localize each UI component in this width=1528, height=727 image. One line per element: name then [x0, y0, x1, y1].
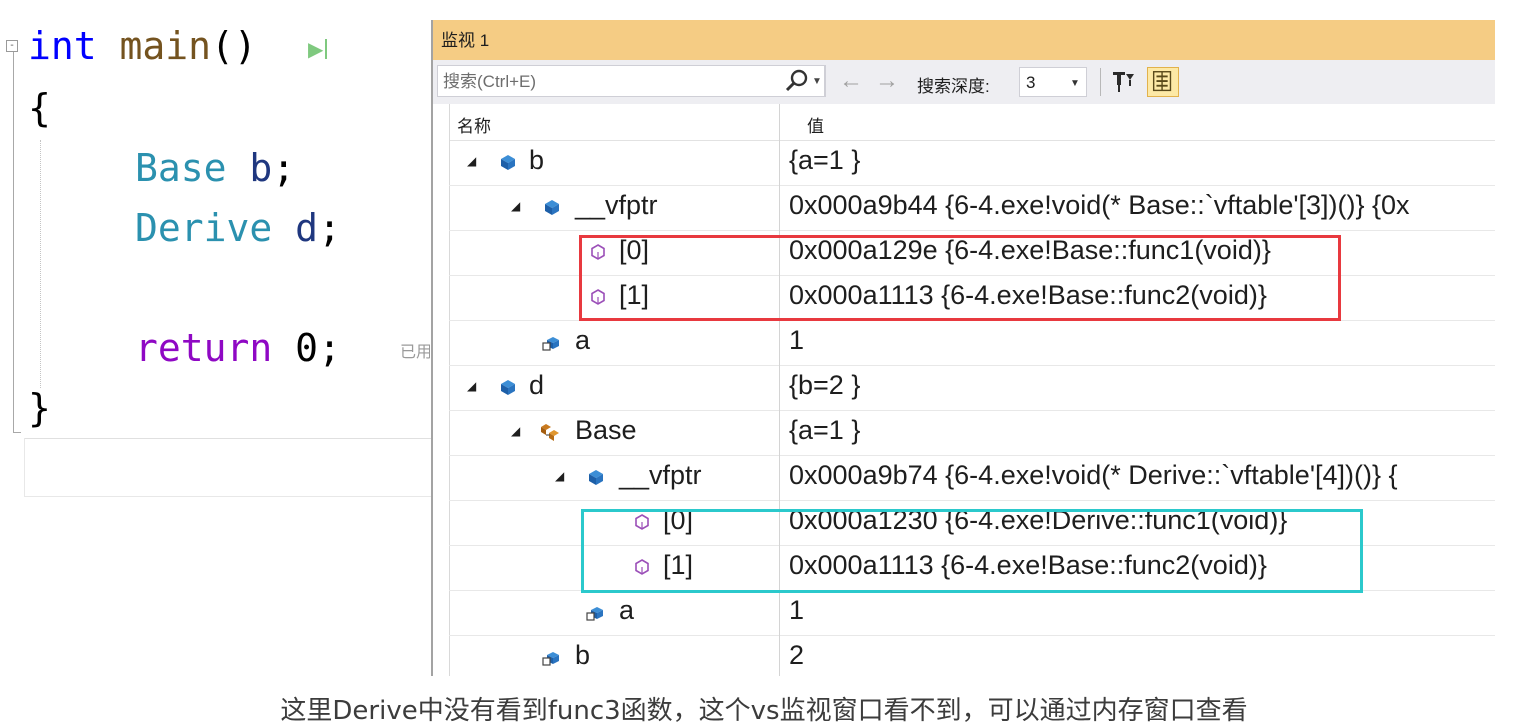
hexadecimal-display-button[interactable]	[1147, 67, 1179, 97]
watch-row[interactable]: ◢ d {b=2 }	[449, 366, 1495, 411]
search-depth-label: 搜索深度:	[917, 77, 990, 96]
base-vftable-highlight	[579, 235, 1341, 321]
watch-row[interactable]: a 1	[449, 591, 1495, 636]
search-options-dropdown-icon[interactable]: ▼	[812, 76, 822, 87]
search-depth-value: 3	[1026, 73, 1036, 92]
expander-icon[interactable]: ◢	[555, 469, 569, 483]
search-input[interactable]	[438, 66, 775, 98]
code-line-4[interactable]: Derive d;	[135, 200, 341, 256]
code-line-1[interactable]: int main()	[28, 18, 257, 74]
base-class-icon	[541, 424, 559, 441]
type-base: Base	[135, 146, 227, 190]
semicolon: ;	[272, 146, 296, 190]
watch-item-name: b	[529, 145, 545, 175]
watch-item-name: a	[575, 325, 591, 355]
code-line-6[interactable]: return 0;	[135, 320, 341, 376]
fold-guide-end	[13, 432, 21, 433]
field-icon	[586, 607, 603, 621]
watch-row[interactable]: ◢ __vfptr 0x000a9b74 {6-4.exe!void(* Der…	[449, 456, 1495, 501]
keyword-return: return	[135, 326, 273, 370]
watch-item-name: a	[619, 595, 635, 625]
watch-item-name: __vfptr	[575, 190, 658, 220]
semicolon: ;	[318, 326, 341, 370]
expander-icon[interactable]: ◢	[467, 154, 481, 168]
play-arrow-icon: ▶	[308, 37, 324, 61]
semicolon: ;	[318, 206, 341, 250]
column-header-value[interactable]: 值	[807, 112, 824, 137]
expander-icon[interactable]: ◢	[511, 424, 525, 438]
keyword-int: int	[28, 24, 97, 68]
editor-empty-area-border	[24, 438, 432, 439]
watch-item-name: __vfptr	[619, 460, 702, 490]
watch-item-name: Base	[575, 415, 637, 445]
close-brace: }	[28, 386, 51, 430]
watch-item-value[interactable]: {a=1 }	[789, 415, 1489, 446]
code-line-7[interactable]: }	[28, 380, 51, 436]
expander-icon[interactable]: ◢	[511, 199, 525, 213]
hex-display-icon	[1152, 71, 1172, 92]
toolbar-separator	[825, 65, 826, 97]
elapsed-time-hint: 已用	[400, 344, 430, 361]
object-icon	[589, 470, 603, 485]
run-to-here-icon[interactable]: ▶	[308, 36, 332, 62]
column-header-name[interactable]: 名称	[457, 112, 491, 137]
watch-item-name: d	[529, 370, 545, 400]
open-brace: {	[28, 86, 51, 130]
code-editor[interactable]: - int main() ▶ { Base b; Derive d; retur…	[0, 0, 432, 500]
search-icon[interactable]	[784, 67, 810, 95]
indent-guide	[40, 140, 41, 388]
derive-vftable-highlight	[581, 509, 1363, 593]
toolbar-separator	[1100, 68, 1101, 96]
search-previous-button[interactable]: ←	[839, 64, 863, 98]
watch-row[interactable]: a 1	[449, 321, 1495, 366]
watch-item-value[interactable]: 0x000a9b44 {6-4.exe!void(* Base::`vftabl…	[789, 190, 1489, 221]
watch-item-value[interactable]: 2	[789, 640, 1489, 671]
field-icon	[542, 652, 559, 666]
watch-column-header: 名称 值	[449, 104, 1495, 141]
stop-bar	[325, 39, 327, 59]
object-icon	[545, 200, 559, 215]
watch-row[interactable]: b 2	[449, 636, 1495, 676]
watch-row[interactable]: ◢ Base {a=1 }	[449, 411, 1495, 456]
search-depth-select[interactable]: 3 ▼	[1019, 67, 1087, 97]
code-line-3[interactable]: Base b;	[135, 140, 295, 196]
caption-text: 这里Derive中没有看到func3函数，这个vs监视窗口看不到，可以通过内存窗…	[280, 696, 1248, 726]
watch-toolbar: ▼ ← → 搜索深度: 3 ▼	[433, 60, 1495, 104]
watch-item-value[interactable]: 0x000a9b74 {6-4.exe!void(* Derive::`vfta…	[789, 460, 1489, 491]
search-box[interactable]: ▼	[437, 65, 825, 98]
watch-item-value[interactable]: {b=2 }	[789, 370, 1489, 401]
watch-item-value[interactable]: 1	[789, 595, 1489, 626]
watch-item-value[interactable]: 1	[789, 325, 1489, 356]
function-name-main: main	[119, 24, 212, 68]
field-icon	[542, 337, 559, 351]
watch-row[interactable]: ◢ b {a=1 }	[449, 141, 1495, 186]
expander-icon[interactable]: ◢	[467, 379, 481, 393]
object-icon	[501, 380, 515, 395]
editor-empty-area-border	[24, 496, 432, 497]
fold-toggle[interactable]: -	[6, 40, 18, 52]
parens: ()	[211, 24, 257, 68]
object-icon	[501, 155, 515, 170]
watch-row[interactable]: ◢ __vfptr 0x000a9b44 {6-4.exe!void(* Bas…	[449, 186, 1495, 231]
filter-pin-icon[interactable]	[1111, 68, 1135, 96]
watch-item-name: b	[575, 640, 591, 670]
editor-empty-area-border	[24, 438, 25, 496]
watch-item-value[interactable]: {a=1 }	[789, 145, 1489, 176]
search-next-button[interactable]: →	[875, 64, 899, 98]
code-line-2[interactable]: {	[28, 80, 51, 136]
var-b: b	[249, 146, 273, 190]
chevron-down-icon: ▼	[1070, 78, 1080, 89]
fold-guide-line	[13, 52, 14, 432]
number-zero: 0	[295, 326, 319, 370]
var-d: d	[295, 206, 319, 250]
type-derive: Derive	[135, 206, 273, 250]
watch-window-title[interactable]: 监视 1	[433, 20, 1495, 60]
